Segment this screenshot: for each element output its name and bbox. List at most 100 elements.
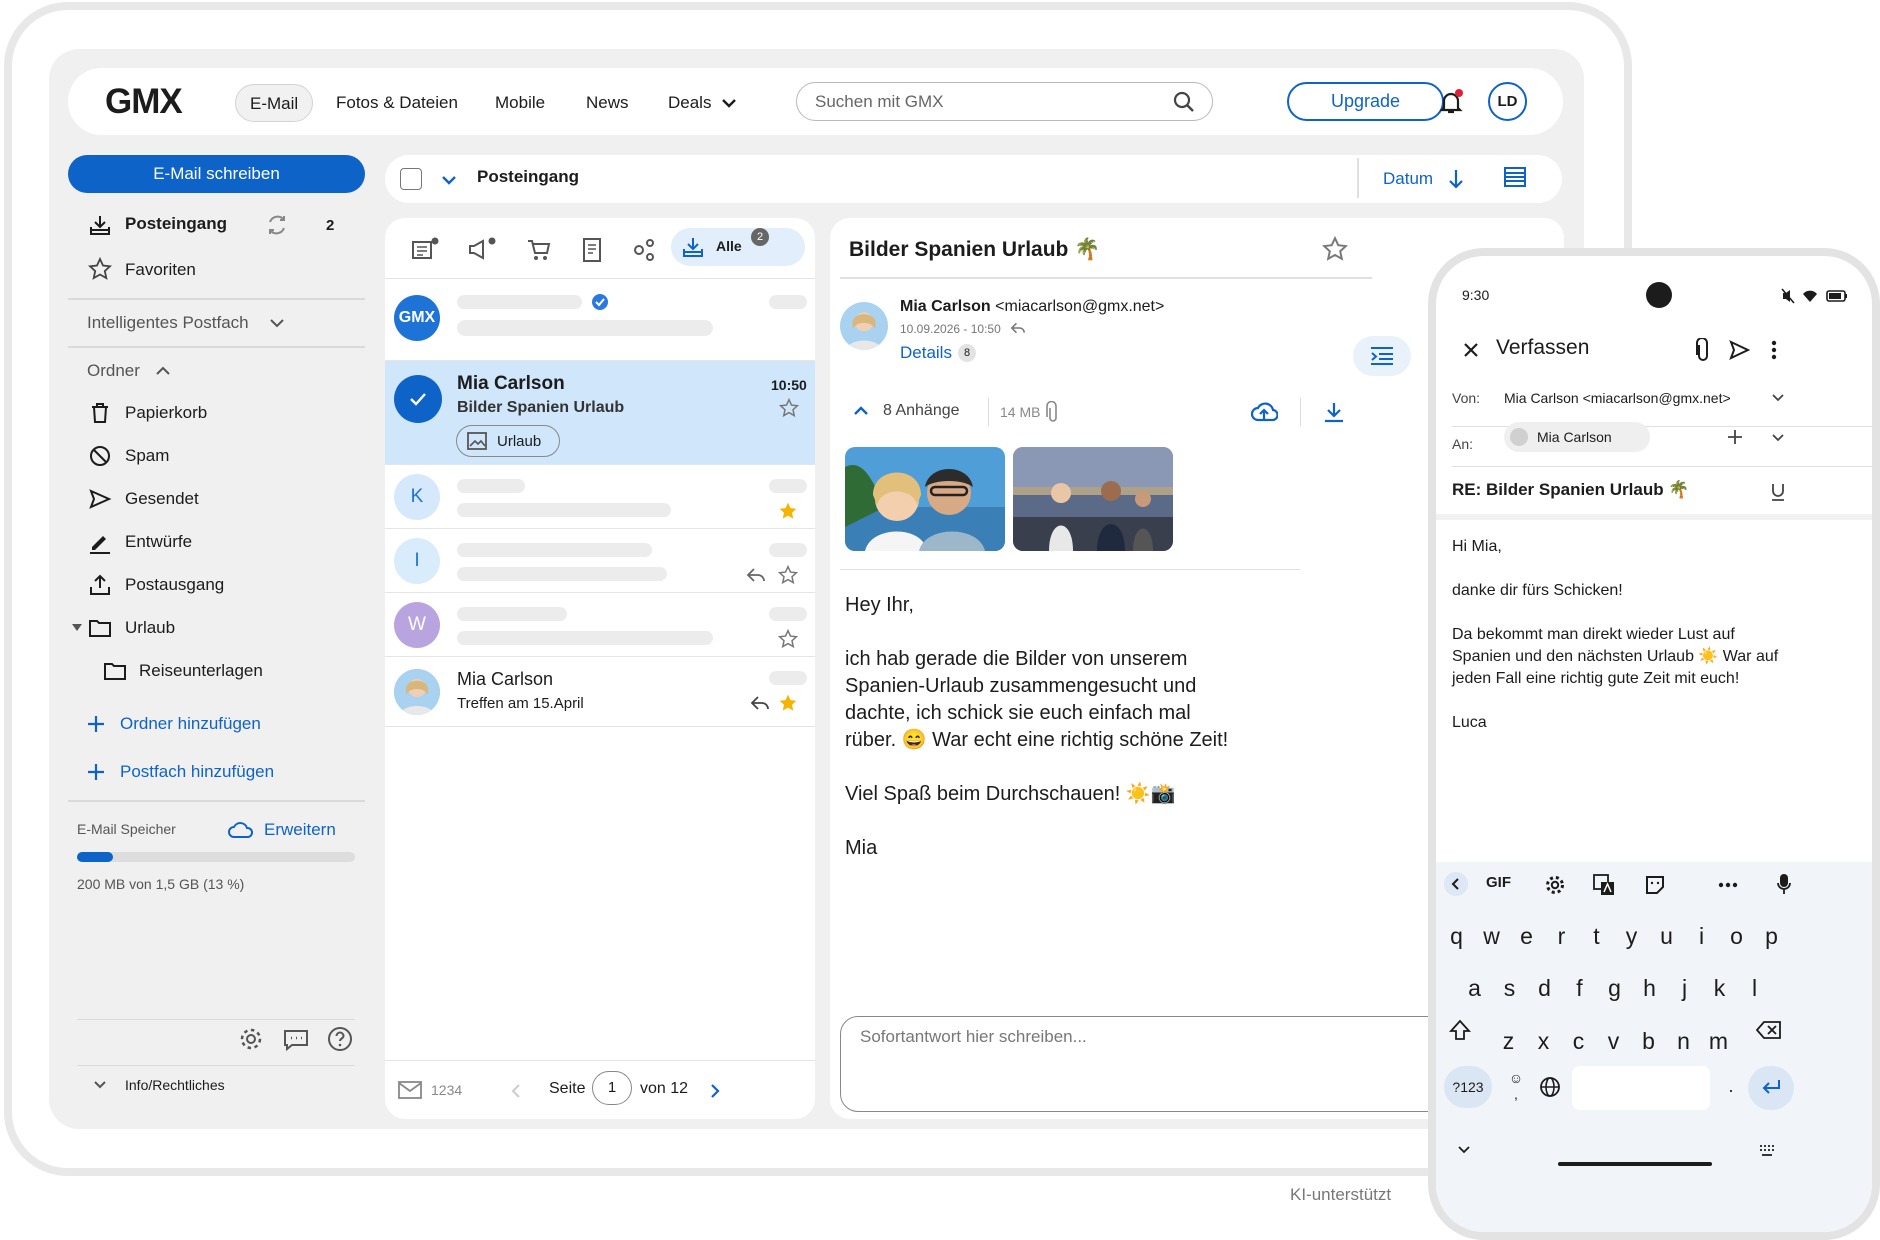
key-c[interactable]: c <box>1560 1015 1597 1067</box>
chevron-left-icon[interactable] <box>508 1082 524 1100</box>
star-icon[interactable] <box>778 565 798 585</box>
key-z[interactable]: z <box>1490 1015 1527 1067</box>
shift-icon[interactable] <box>1448 1018 1472 1042</box>
backspace-icon[interactable] <box>1756 1020 1782 1040</box>
settings-gear-icon[interactable] <box>238 1026 264 1052</box>
microphone-icon[interactable] <box>1776 872 1792 896</box>
sidebar-item-sent[interactable]: Gesendet <box>125 489 199 509</box>
keyboard-icon[interactable] <box>1758 1144 1776 1158</box>
key-k[interactable]: k <box>1701 962 1738 1014</box>
key-l[interactable]: l <box>1736 962 1773 1014</box>
key-u[interactable]: u <box>1648 910 1685 962</box>
compose-button[interactable]: E-Mail schreiben <box>68 155 365 193</box>
chevron-down-icon[interactable] <box>440 171 458 189</box>
list-item[interactable]: Mia Carlson Treffen am 15.April <box>385 657 815 727</box>
list-item[interactable]: W <box>385 593 815 657</box>
key-t[interactable]: t <box>1578 910 1615 962</box>
chevron-up-icon[interactable] <box>154 362 172 380</box>
key-x[interactable]: x <box>1525 1015 1562 1067</box>
view-layout-icon[interactable] <box>1503 165 1527 189</box>
key-y[interactable]: y <box>1613 910 1650 962</box>
user-avatar[interactable]: LD <box>1488 82 1527 121</box>
arrow-down-icon[interactable] <box>1446 168 1466 190</box>
social-filter-icon[interactable] <box>631 237 657 263</box>
select-all-checkbox[interactable] <box>400 168 422 190</box>
attachment-photo[interactable] <box>845 447 1005 551</box>
key-j[interactable]: j <box>1666 962 1703 1014</box>
star-filled-icon[interactable] <box>778 693 798 713</box>
key-v[interactable]: v <box>1595 1015 1632 1067</box>
feedback-chat-icon[interactable] <box>283 1028 309 1052</box>
upgrade-button[interactable]: Upgrade <box>1287 82 1444 121</box>
sidebar-item-spam[interactable]: Spam <box>125 446 169 466</box>
sticker-icon[interactable] <box>1644 874 1666 896</box>
list-item[interactable]: I <box>385 529 815 593</box>
nav-email[interactable]: E-Mail <box>235 84 314 122</box>
key-d[interactable]: d <box>1526 962 1563 1014</box>
chevron-down-icon[interactable] <box>1456 1144 1472 1156</box>
more-horizontal-icon[interactable] <box>1718 882 1738 888</box>
sidebar-item-favorites[interactable]: Favoriten <box>125 260 196 280</box>
shopping-cart-icon[interactable] <box>526 238 552 262</box>
key-p[interactable]: p <box>1753 910 1790 962</box>
sidebar-item-travel-docs[interactable]: Reiseunterlagen <box>139 661 263 681</box>
space-bar[interactable] <box>1572 1066 1710 1110</box>
key-m[interactable]: m <box>1700 1015 1737 1067</box>
cloud-icon[interactable] <box>227 818 255 840</box>
megaphone-filter-icon[interactable] <box>467 236 497 262</box>
notification-bell-icon[interactable] <box>1437 88 1465 116</box>
sort-date-button[interactable]: Datum <box>1383 169 1433 189</box>
star-icon[interactable] <box>778 629 798 649</box>
chevron-down-icon[interactable] <box>92 1077 108 1093</box>
key-e[interactable]: e <box>1508 910 1545 962</box>
key-o[interactable]: o <box>1718 910 1755 962</box>
gif-button[interactable]: GIF <box>1486 874 1511 891</box>
key-b[interactable]: b <box>1630 1015 1667 1067</box>
refresh-icon[interactable] <box>265 213 289 237</box>
settings-gear-icon[interactable] <box>1544 874 1566 896</box>
nav-news[interactable]: News <box>586 84 629 122</box>
chevron-right-icon[interactable] <box>707 1082 723 1100</box>
key-r[interactable]: r <box>1543 910 1580 962</box>
underline-icon[interactable] <box>1770 482 1786 502</box>
send-icon[interactable] <box>1728 339 1750 361</box>
attachment-photo[interactable] <box>1013 447 1173 551</box>
help-icon[interactable] <box>327 1026 353 1052</box>
translate-icon[interactable] <box>1592 873 1616 897</box>
sidebar-folders-label[interactable]: Ordner <box>87 361 140 381</box>
key-s[interactable]: s <box>1491 962 1528 1014</box>
enter-key[interactable] <box>1748 1066 1794 1110</box>
details-link[interactable]: Details <box>900 343 952 363</box>
key-f[interactable]: f <box>1561 962 1598 1014</box>
paperclip-icon[interactable] <box>1694 338 1712 362</box>
caret-down-icon[interactable] <box>71 621 83 633</box>
chevron-down-icon[interactable] <box>1770 390 1786 406</box>
key-i[interactable]: i <box>1683 910 1720 962</box>
close-icon[interactable] <box>1461 340 1481 360</box>
compose-body[interactable]: Hi Mia, danke dir fürs Schicken! Da beko… <box>1452 536 1797 734</box>
sidebar-smart-inbox[interactable]: Intelligentes Postfach <box>87 313 249 333</box>
chevron-down-icon[interactable] <box>1770 430 1786 446</box>
key-g[interactable]: g <box>1596 962 1633 1014</box>
chevron-down-icon[interactable] <box>720 94 738 112</box>
plus-icon[interactable] <box>1726 428 1744 446</box>
sidebar-item-outbox[interactable]: Postausgang <box>125 575 224 595</box>
nav-mobile[interactable]: Mobile <box>495 84 545 122</box>
add-folder-link[interactable]: Ordner hinzufügen <box>120 714 261 734</box>
sidebar-item-vacation[interactable]: Urlaub <box>125 618 175 638</box>
info-legal-link[interactable]: Info/Rechtliches <box>125 1077 225 1093</box>
search-icon[interactable] <box>1172 90 1196 114</box>
chevron-up-icon[interactable] <box>852 402 870 420</box>
compose-subject[interactable]: RE: Bilder Spanien Urlaub 🌴 <box>1452 480 1689 500</box>
star-icon[interactable] <box>779 398 799 418</box>
storage-expand-link[interactable]: Erweitern <box>264 820 336 840</box>
globe-icon[interactable] <box>1539 1076 1561 1098</box>
emoji-comma-key[interactable]: ☺, <box>1506 1070 1526 1102</box>
page-input[interactable]: 1 <box>592 1071 632 1105</box>
list-item[interactable]: K <box>385 465 815 529</box>
key-n[interactable]: n <box>1665 1015 1702 1067</box>
period-key[interactable]: . <box>1721 1076 1741 1097</box>
search-input[interactable]: Suchen mit GMX <box>796 82 1213 121</box>
from-value[interactable]: Mia Carlson <miacarlson@gmx.net> <box>1504 390 1731 406</box>
newsletter-filter-icon[interactable] <box>411 236 439 262</box>
